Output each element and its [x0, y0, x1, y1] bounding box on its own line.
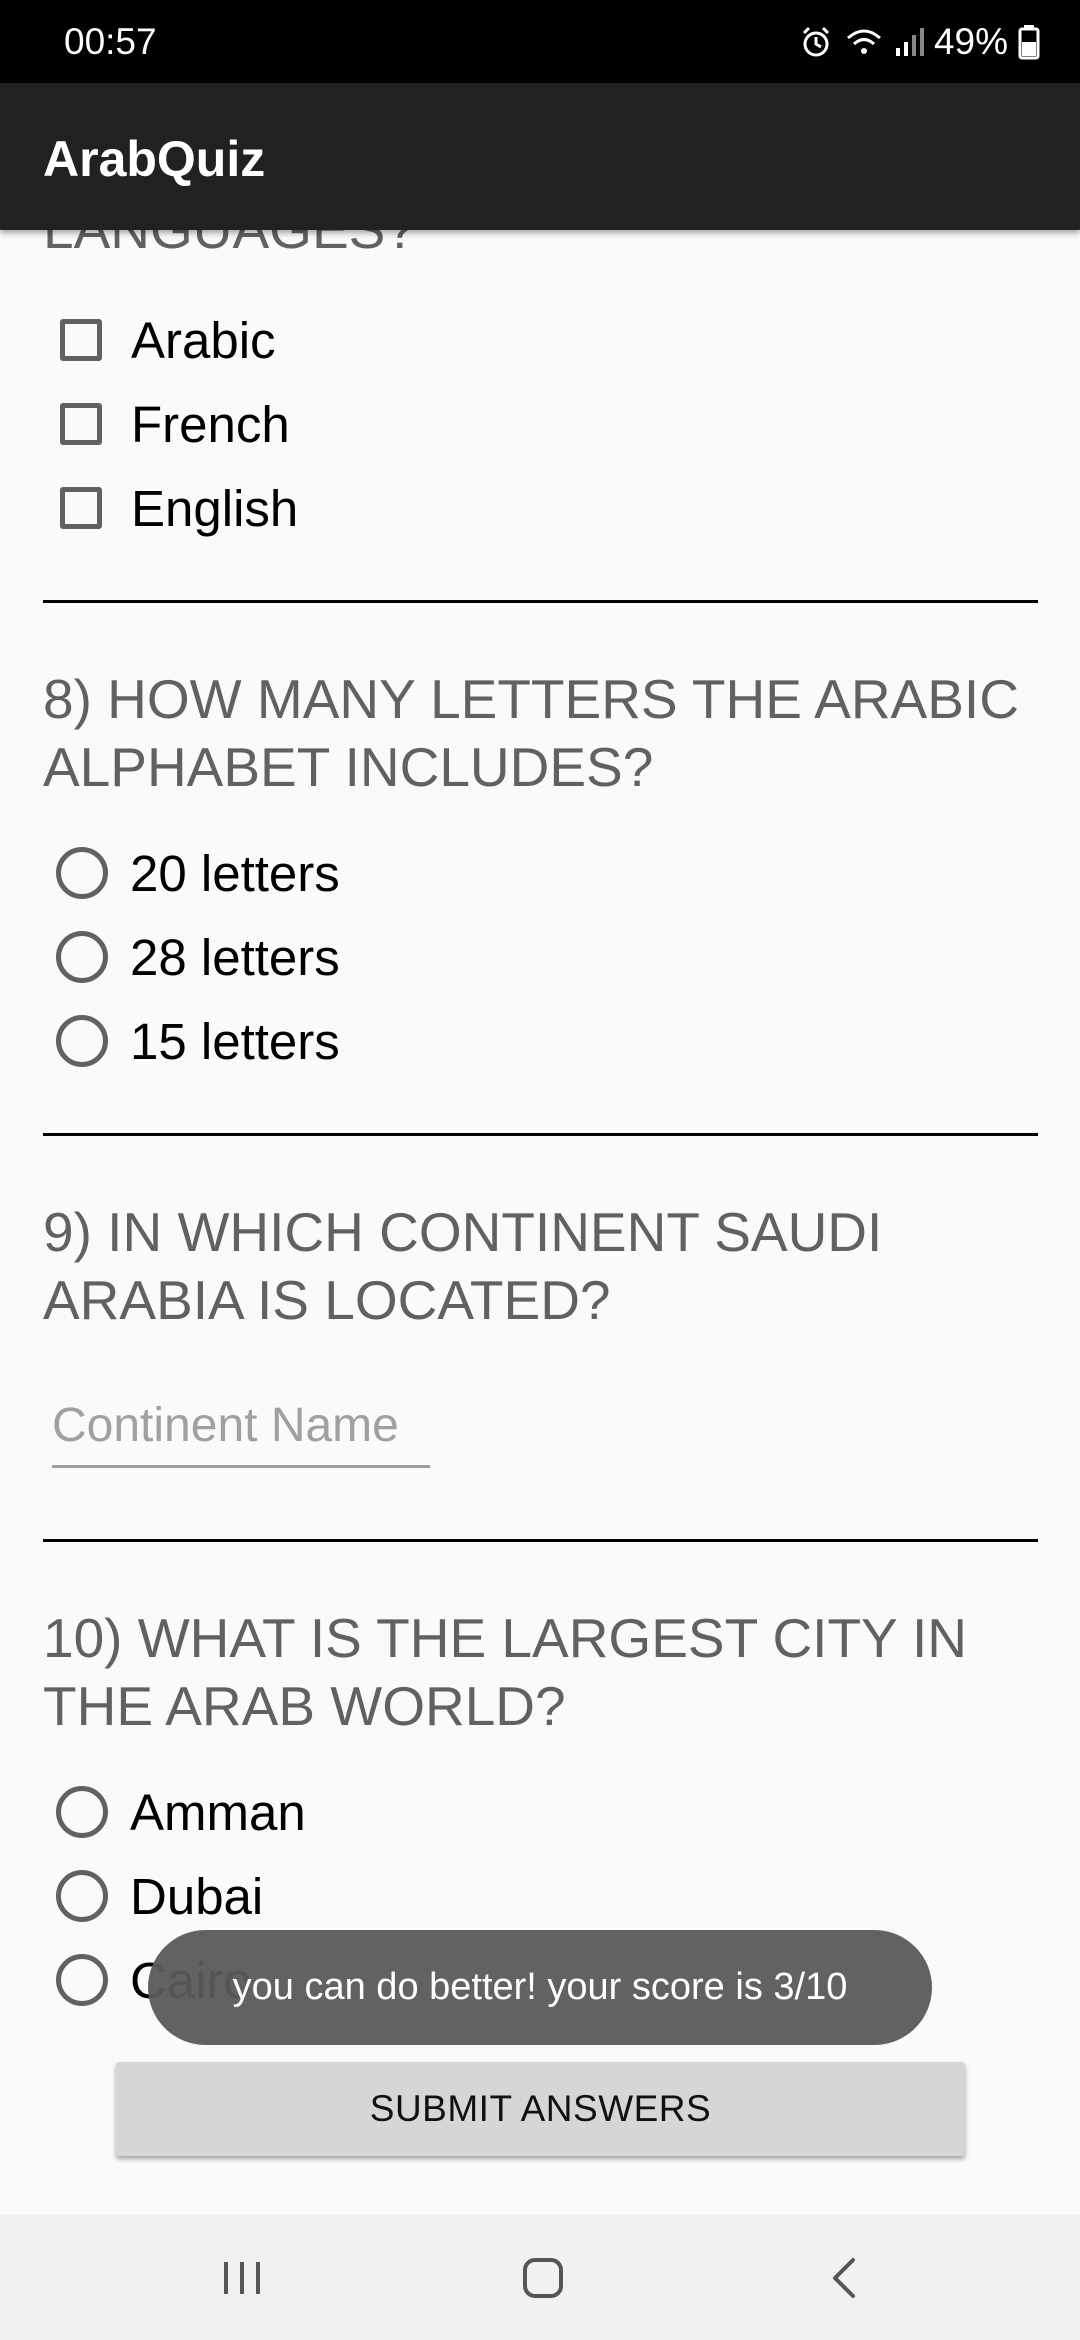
battery-icon: [1018, 24, 1040, 60]
radio-icon[interactable]: [56, 847, 108, 899]
signal-icon: [894, 24, 924, 60]
option-label: 28 letters: [130, 928, 340, 986]
checkbox-icon[interactable]: [60, 319, 102, 361]
status-icons: 49%: [798, 18, 1040, 66]
score-toast: you can do better! your score is 3/10: [148, 1930, 932, 2045]
option-label: French: [131, 395, 290, 453]
recent-apps-button[interactable]: [162, 2215, 322, 2340]
navigation-bar: [0, 2215, 1080, 2340]
q7-option-arabic[interactable]: Arabic: [56, 305, 276, 375]
checkbox-icon[interactable]: [60, 487, 102, 529]
back-icon: [833, 2257, 855, 2298]
question-10-title: 10) WHAT IS THE LARGEST CITY IN THE ARAB…: [43, 1607, 968, 1737]
alarm-icon: [798, 24, 834, 60]
wifi-icon: [844, 24, 884, 60]
q10-option-amman[interactable]: Amman: [56, 1777, 306, 1847]
option-label: 20 letters: [130, 844, 340, 902]
home-icon: [523, 2257, 563, 2298]
option-label: Arabic: [131, 311, 276, 369]
status-bar: 00:57 49%: [0, 0, 1080, 83]
q10-option-dubai[interactable]: Dubai: [56, 1861, 263, 1931]
question-8-title: 8) HOW MANY LETTERS THE ARABIC ALPHABET …: [43, 668, 1019, 798]
q8-option-15-letters[interactable]: 15 letters: [56, 1006, 340, 1076]
question-7-title: LANGUAGES?: [43, 230, 1043, 263]
q8-option-28-letters[interactable]: 28 letters: [56, 922, 340, 992]
divider: [43, 600, 1038, 603]
status-time: 00:57: [64, 21, 157, 62]
radio-icon[interactable]: [56, 1015, 108, 1067]
option-label: English: [131, 479, 299, 537]
q7-option-english[interactable]: English: [56, 473, 298, 543]
q7-option-french[interactable]: French: [56, 389, 290, 459]
radio-icon[interactable]: [56, 1870, 108, 1922]
q8-option-20-letters[interactable]: 20 letters: [56, 838, 340, 908]
checkbox-icon[interactable]: [60, 403, 102, 445]
divider: [43, 1133, 1038, 1136]
radio-icon[interactable]: [56, 931, 108, 983]
divider: [43, 1539, 1038, 1542]
submit-answers-button[interactable]: SUBMIT ANSWERS: [116, 2062, 965, 2156]
option-label: 15 letters: [130, 1012, 340, 1070]
app-bar: ArabQuiz: [0, 83, 1080, 230]
option-label: Dubai: [130, 1867, 264, 1925]
radio-icon[interactable]: [56, 1954, 108, 2006]
continent-name-input[interactable]: [52, 1385, 430, 1468]
option-label: Amman: [130, 1783, 306, 1841]
recent-apps-icon: [224, 2261, 260, 2294]
battery-percentage: 49%: [933, 21, 1008, 62]
back-button[interactable]: [765, 2215, 925, 2340]
home-button[interactable]: [463, 2215, 623, 2340]
quiz-content[interactable]: LANGUAGES? Arabic French English 8) HOW …: [0, 230, 1080, 2215]
app-title: ArabQuiz: [43, 131, 266, 187]
question-9-title: 9) IN WHICH CONTINENT SAUDI ARABIA IS LO…: [43, 1201, 883, 1331]
radio-icon[interactable]: [56, 1786, 108, 1838]
